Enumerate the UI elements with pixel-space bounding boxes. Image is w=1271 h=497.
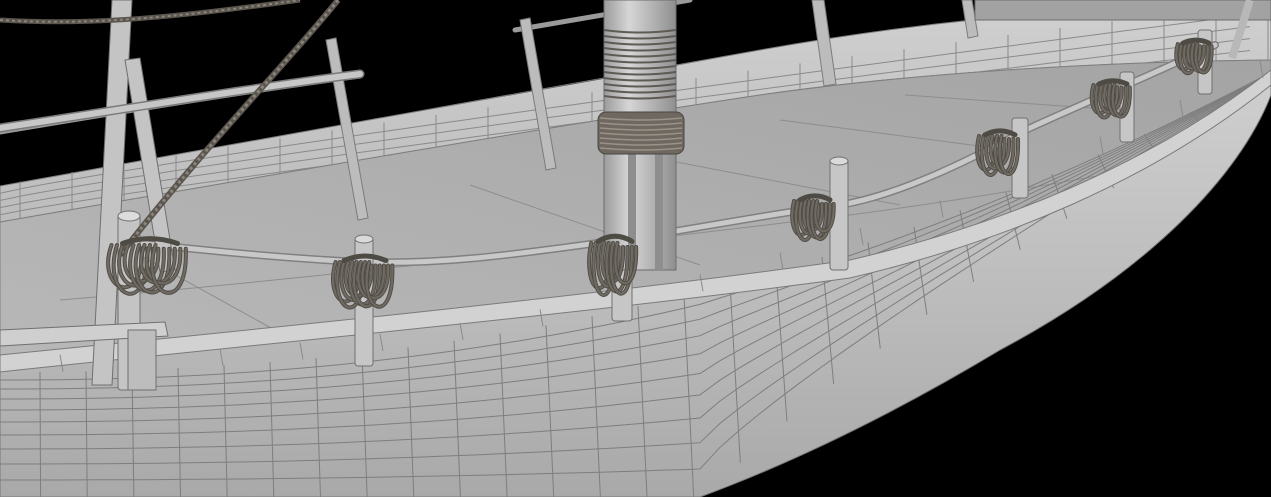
- mast: [597, 0, 685, 271]
- ship-render: [0, 0, 1271, 497]
- 3d-viewport[interactable]: [0, 0, 1271, 497]
